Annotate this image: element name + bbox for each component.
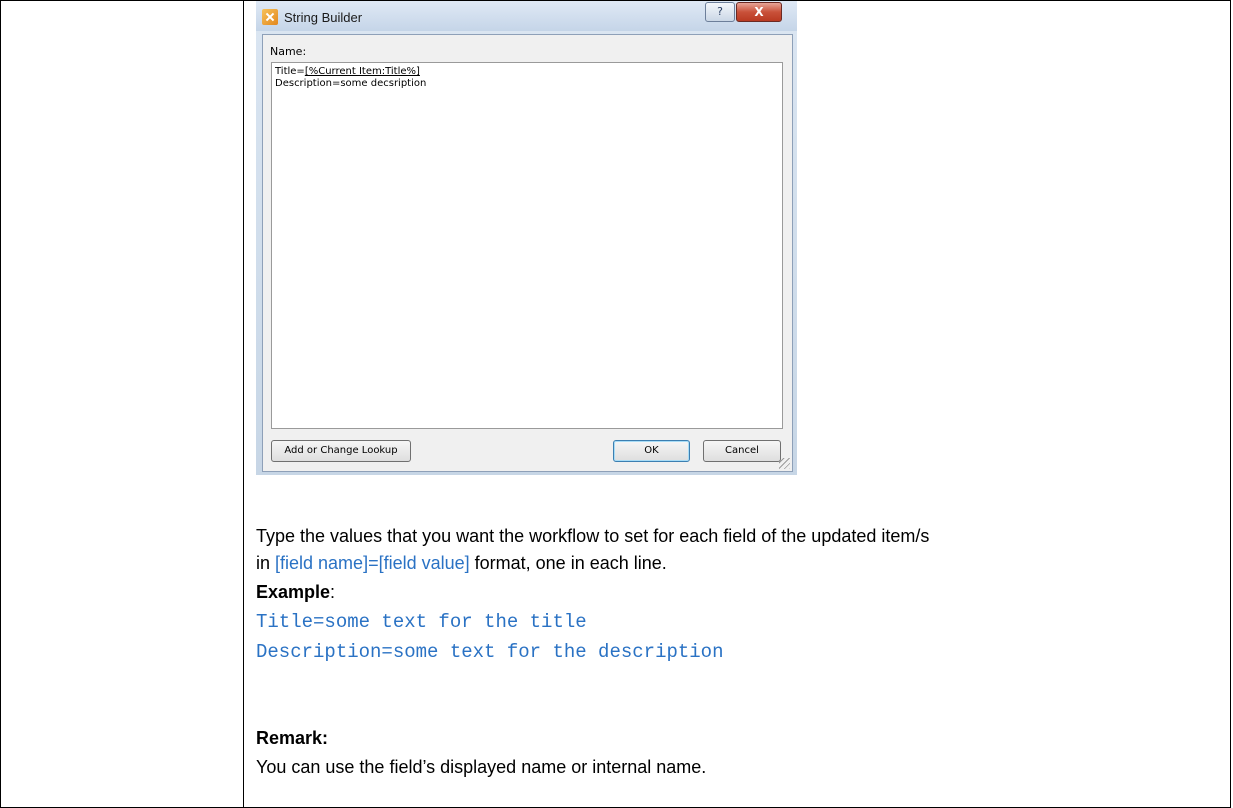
example-heading: Example: [256,582,335,603]
example-code-line-2: Description=some text for the descriptio… [256,641,724,663]
cancel-button[interactable]: Cancel [703,440,781,462]
name-label: Name: [270,45,307,58]
dialog-client-area: Name: Title=[%Current Item:Title%] Descr… [262,34,793,472]
dialog-title: String Builder [284,10,363,25]
close-button[interactable]: X [736,2,782,22]
remark-text: You can use the field’s displayed name o… [256,757,707,777]
table-left-column [1,1,244,807]
title-bar: String Builder ? X [256,1,797,31]
remark-heading: Remark: [256,728,329,748]
ok-button[interactable]: OK [613,440,690,462]
app-icon [262,9,278,25]
resize-grip-icon[interactable] [779,458,790,469]
help-button[interactable]: ? [705,2,735,22]
editor-line-1: Title=[%Current Item:Title%] [275,66,779,78]
format-syntax: [field name]=[field value] [275,553,470,573]
para2-suffix: format, one in each line. [469,553,667,573]
string-builder-screenshot: String Builder ? X Name: Title=[%Current… [256,1,797,475]
lookup-token[interactable]: [%Current Item:Title%] [305,66,420,77]
string-editor-textarea[interactable]: Title=[%Current Item:Title%] Description… [271,62,783,429]
para2-prefix: in [256,553,276,573]
editor-line-1-prefix: Title= [275,66,305,77]
add-or-change-lookup-button[interactable]: Add or Change Lookup [271,440,411,462]
instruction-paragraph-line-1: Type the values that you want the workfl… [256,526,930,546]
example-label: Example [256,582,331,602]
editor-line-2: Description=some decsription [275,78,427,89]
example-code-line-1: Title=some text for the title [256,611,587,633]
instruction-paragraph-line-2: in [field name]=[field value] format, on… [256,553,667,574]
example-colon: : [330,582,336,602]
